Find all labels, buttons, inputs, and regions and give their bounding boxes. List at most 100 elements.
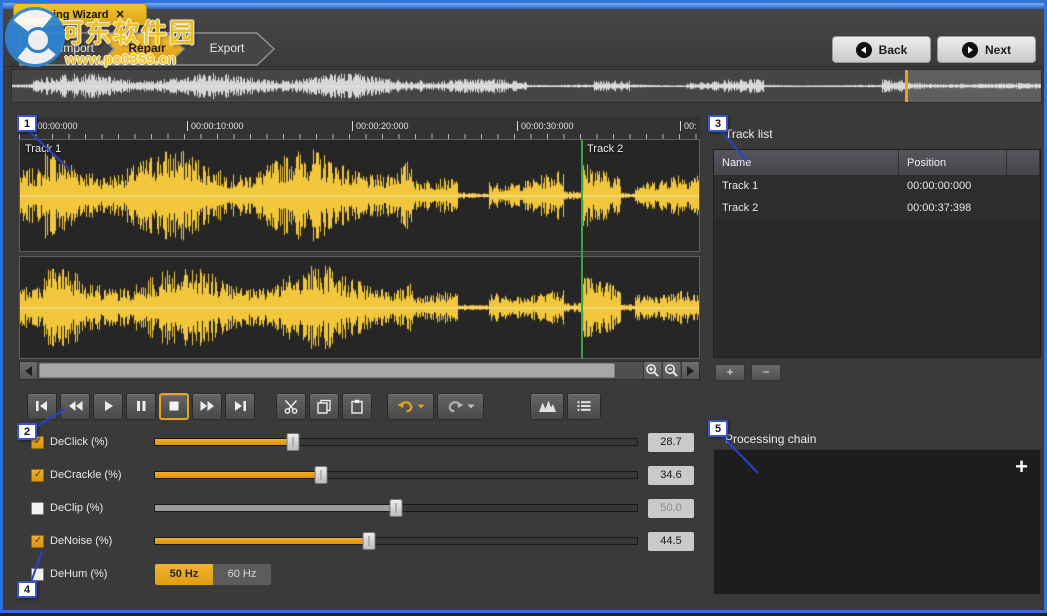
paste-button[interactable] [342,393,372,420]
overview-waveform-canvas[interactable] [12,70,1041,102]
add-track-button[interactable]: + [715,364,745,381]
column-header-name[interactable]: Name [714,150,899,175]
waveform-canvas-left[interactable] [20,140,699,251]
declip-value: 50.0 [648,499,694,518]
track2-position-cell: 00:00:37:398 [899,197,1007,219]
declip-slider-handle[interactable] [390,499,403,517]
declip-slider[interactable] [154,496,638,520]
declip-label: DeClip (%) [50,502,154,514]
skip-start-icon [34,399,50,413]
denoise-slider-track[interactable] [154,537,638,545]
next-arrow-icon [962,42,978,58]
denoise-value: 44.5 [648,532,694,551]
overview-playhead-marker[interactable] [905,70,908,102]
redo-dropdown-icon[interactable] [467,404,475,409]
redo-button[interactable] [437,393,484,420]
effect-row-declick: DeClick (%) 28.7 [19,430,700,454]
waveform-channel-left[interactable] [19,139,700,252]
denoise-slider-handle[interactable] [363,532,376,550]
skip-end-icon [232,399,248,413]
pause-button[interactable] [126,393,156,420]
scroll-left-button[interactable] [20,362,38,379]
dehum-checkbox[interactable] [31,568,44,581]
cleaning-effects: DeClick (%) 28.7 DeCrackle (%) 34.6 DeCl… [19,430,700,586]
track-boundary-marker[interactable] [581,139,583,359]
cut-button[interactable] [276,393,306,420]
wizard-steps: Import Repair Export [19,31,281,67]
undo-button[interactable] [387,393,434,420]
effect-row-declip: DeClip (%) 50.0 [19,496,700,520]
waveform-channel-right[interactable] [19,256,700,359]
undo-dropdown-icon[interactable] [417,404,425,409]
transport-toolbar [27,392,601,420]
callout-4: 4 [17,581,37,598]
scrollbar-thumb[interactable] [39,363,615,378]
zoom-out-button[interactable] [662,362,680,379]
waveform-canvas-right[interactable] [20,257,699,358]
tab-cleaning-wizard[interactable]: Cleaning Wizard ✕ [13,3,147,25]
stop-icon [167,399,181,413]
denoise-checkbox[interactable] [31,535,44,548]
denoise-slider[interactable] [154,529,638,553]
overview-waveform[interactable] [11,69,1042,103]
fast-forward-button[interactable] [192,393,222,420]
decrackle-label: DeCrackle (%) [50,469,154,481]
effect-row-dehum: DeHum (%) 50 Hz 60 Hz [19,562,700,586]
decrackle-checkbox[interactable] [31,469,44,482]
redo-icon [447,399,464,413]
timeline-ruler[interactable]: 00:00:00:000 00:00:10:000 00:00:20:000 0… [19,117,700,139]
scroll-right-button[interactable] [681,362,699,379]
list-view-button[interactable] [567,393,601,420]
scissors-icon [283,399,299,414]
next-button[interactable]: Next [937,36,1036,63]
tab-close-icon[interactable]: ✕ [115,8,124,21]
scroll-right-icon [687,366,694,376]
copy-button[interactable] [309,393,339,420]
scroll-left-icon [25,366,32,376]
ruler-label-2: 00:00:20:000 [352,121,409,131]
column-header-spare [1007,150,1040,175]
declip-checkbox[interactable] [31,502,44,515]
declick-value: 28.7 [648,433,694,452]
skip-end-button[interactable] [225,393,255,420]
peaks-view-button[interactable] [530,393,564,420]
dehum-label: DeHum (%) [50,568,154,580]
table-row-track1[interactable]: Track 1 00:00:00:000 [714,175,1040,197]
rewind-button[interactable] [60,393,90,420]
zoom-in-icon [645,363,660,378]
callout-3: 3 [708,115,728,132]
ruler-label-1: 00:00:10:000 [187,121,244,131]
dehum-60hz-button[interactable]: 60 Hz [213,564,271,585]
decrackle-slider[interactable] [154,463,638,487]
decrackle-slider-track[interactable] [154,471,638,479]
declick-slider-track[interactable] [154,438,638,446]
effect-row-decrackle: DeCrackle (%) 34.6 [19,463,700,487]
ruler-label-4: 00: [680,121,697,131]
decrackle-value: 34.6 [648,466,694,485]
pause-icon [134,399,148,413]
track1-label: Track 1 [25,143,61,155]
wizard-steps-shapes [19,31,281,67]
app-window: Cleaning Wizard ✕ Import Repair Export B… [0,0,1047,613]
callout-2: 2 [17,423,37,440]
declick-slider-handle[interactable] [286,433,299,451]
table-row-track2[interactable]: Track 2 00:00:37:398 [714,197,1040,219]
horizontal-scrollbar[interactable] [19,361,700,380]
callout-5: 5 [708,420,728,437]
column-header-position[interactable]: Position [899,150,1007,175]
back-button[interactable]: Back [832,36,931,63]
track1-position-cell: 00:00:00:000 [899,175,1007,197]
declick-slider[interactable] [154,430,638,454]
dehum-50hz-button[interactable]: 50 Hz [155,564,213,585]
stop-button[interactable] [159,393,189,420]
decrackle-slider-handle[interactable] [315,466,328,484]
add-processor-button[interactable]: + [1015,454,1028,480]
zoom-in-button[interactable] [643,362,661,379]
remove-track-button[interactable]: − [751,364,781,381]
skip-start-button[interactable] [27,393,57,420]
play-button[interactable] [93,393,123,420]
processing-chain-panel[interactable]: + [713,449,1041,595]
track2-label: Track 2 [587,143,623,155]
callout-1: 1 [17,115,37,132]
undo-icon [397,399,414,413]
